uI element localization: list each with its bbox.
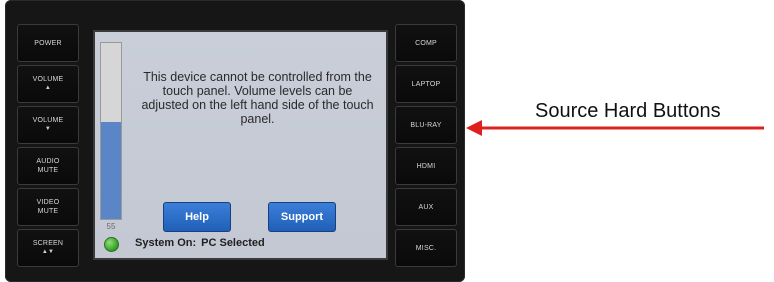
laptop-hard-button[interactable]: LAPTOP <box>395 65 457 103</box>
blu-ray-label: BLU-RAY <box>410 121 442 129</box>
aux-label: AUX <box>418 203 434 211</box>
video-mute-hard-button[interactable]: VIDEO MUTE <box>17 188 79 226</box>
volume-up-label: VOLUME <box>32 76 64 83</box>
touch-screen: 55 This device cannot be controlled from… <box>93 30 388 260</box>
left-hard-buttons: POWER VOLUME ▲ VOLUME ▼ AUDIO MUTE VIDEO… <box>17 24 79 267</box>
device-message: This device cannot be controlled from th… <box>141 70 374 126</box>
power-label: POWER <box>34 39 62 47</box>
status-label: System On: <box>135 237 197 249</box>
volume-readout: 55 <box>106 222 116 231</box>
power-hard-button[interactable]: POWER <box>17 24 79 62</box>
volume-down-arrow-icon: ▼ <box>44 126 52 132</box>
comp-hard-button[interactable]: COMP <box>395 24 457 62</box>
screen-label: SCREEN <box>32 240 64 247</box>
system-status: System On: PC Selected <box>135 237 265 249</box>
volume-bar[interactable] <box>100 42 122 220</box>
hdmi-label: HDMI <box>416 162 436 170</box>
volume-down-hard-button[interactable]: VOLUME ▼ <box>17 106 79 144</box>
screen-up-down-icon: ▲▼ <box>41 249 55 255</box>
audio-mute-label: AUDIO MUTE <box>36 158 60 174</box>
volume-up-hard-button[interactable]: VOLUME ▲ <box>17 65 79 103</box>
misc-hard-button[interactable]: MISC. <box>395 229 457 267</box>
touch-panel-device: POWER VOLUME ▲ VOLUME ▼ AUDIO MUTE VIDEO… <box>5 0 465 282</box>
source-hard-buttons: COMP LAPTOP BLU-RAY HDMI AUX MISC. <box>395 24 457 267</box>
aux-hard-button[interactable]: AUX <box>395 188 457 226</box>
screen-hard-button[interactable]: SCREEN ▲▼ <box>17 229 79 267</box>
misc-label: MISC. <box>415 244 437 252</box>
source-hard-buttons-callout: Source Hard Buttons <box>535 100 721 122</box>
status-value: PC Selected <box>201 237 265 249</box>
volume-bar-fill <box>101 122 121 219</box>
comp-label: COMP <box>415 39 437 47</box>
video-mute-label: VIDEO MUTE <box>36 199 60 215</box>
help-button[interactable]: Help <box>163 202 231 232</box>
hdmi-hard-button[interactable]: HDMI <box>395 147 457 185</box>
volume-up-arrow-icon: ▲ <box>44 85 52 91</box>
audio-mute-hard-button[interactable]: AUDIO MUTE <box>17 147 79 185</box>
support-button[interactable]: Support <box>268 202 336 232</box>
laptop-label: LAPTOP <box>411 80 441 88</box>
status-indicator-icon <box>104 237 119 252</box>
volume-down-label: VOLUME <box>32 117 64 124</box>
blu-ray-hard-button[interactable]: BLU-RAY <box>395 106 457 144</box>
